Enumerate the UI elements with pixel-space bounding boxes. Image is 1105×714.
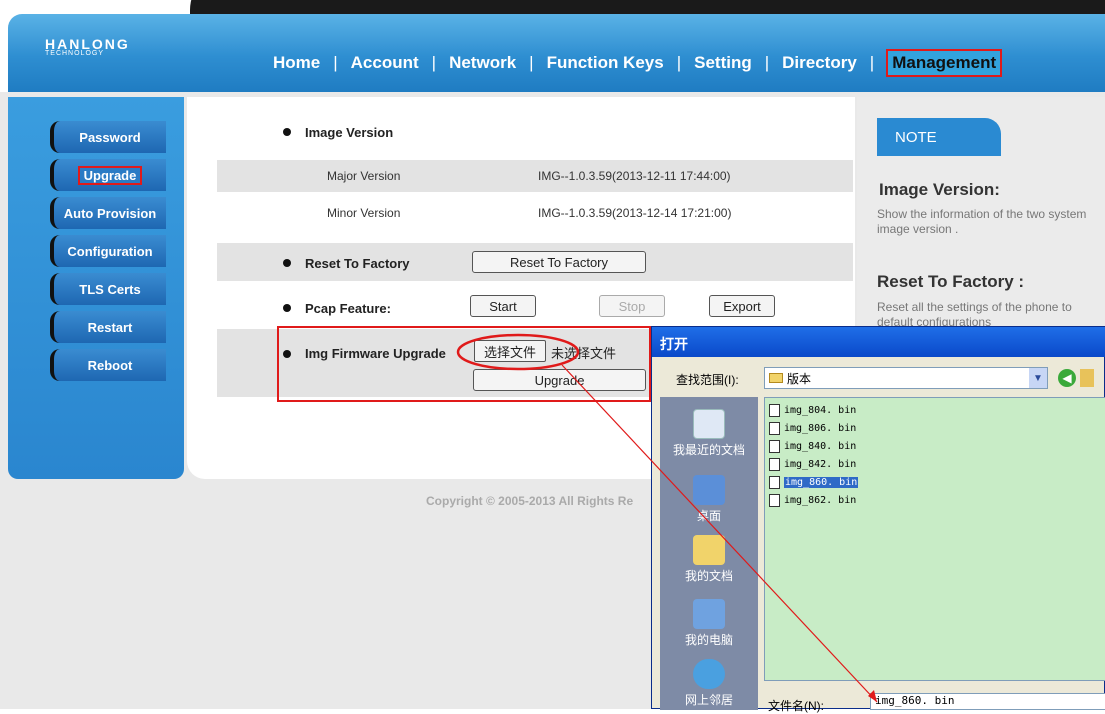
place-recent[interactable]: 我最近的文档 <box>660 409 758 458</box>
choose-file-button[interactable]: 选择文件 <box>474 340 546 362</box>
sidebar-item-label: Upgrade <box>77 165 143 185</box>
place-label: 我的文档 <box>684 569 733 583</box>
minor-version-value: IMG--1.0.3.59(2013-12-14 17:21:00) <box>538 206 732 220</box>
look-in-value: 版本 <box>787 371 812 386</box>
sidebar-item-label: Reboot <box>87 357 133 373</box>
major-version-value: IMG--1.0.3.59(2013-12-11 17:44:00) <box>538 169 731 183</box>
sidebar-item-tls-certs[interactable]: TLS Certs <box>50 273 166 305</box>
bullet-icon <box>283 259 291 267</box>
img-upgrade-title: Img Firmware Upgrade <box>305 346 446 361</box>
nav-management[interactable]: Management <box>886 49 1003 77</box>
file-icon <box>769 457 780 471</box>
file-icon <box>769 403 780 417</box>
sidebar-item-restart[interactable]: Restart <box>50 311 166 343</box>
back-icon[interactable]: ◀ <box>1058 369 1076 387</box>
nav-home[interactable]: Home <box>272 53 321 73</box>
file-item[interactable]: img_840. bin <box>769 438 856 454</box>
pcap-export-button[interactable]: Export <box>709 295 775 317</box>
open-file-dialog: 打开 查找范围(I): 版本 ▼ ◀ 我最近的文档 桌面 我的文档 我的电脑 网… <box>651 326 1105 713</box>
sidebar-item-auto-provision[interactable]: Auto Provision <box>50 197 166 229</box>
bullet-icon <box>283 304 291 312</box>
sidebar-item-password[interactable]: Password <box>50 121 166 153</box>
network-places-icon <box>693 659 725 689</box>
look-in-dropdown[interactable]: 版本 ▼ <box>764 367 1048 389</box>
filename-label: 文件名(N): <box>768 699 824 713</box>
pcap-start-button[interactable]: Start <box>470 295 536 317</box>
place-label: 我的电脑 <box>684 633 733 647</box>
bullet-icon <box>283 128 291 136</box>
recent-documents-icon <box>693 409 725 439</box>
pcap-title: Pcap Feature: <box>305 301 391 316</box>
sidebar-item-label: TLS Certs <box>79 281 141 297</box>
place-label: 我最近的文档 <box>672 443 745 457</box>
sidebar-item-label: Configuration <box>67 243 153 259</box>
note-heading-reset: Reset To Factory : <box>877 272 1025 291</box>
note-tag: NOTE <box>877 118 1001 156</box>
desktop-icon <box>693 475 725 505</box>
file-icon <box>769 475 780 489</box>
nav-separator: | <box>431 53 437 72</box>
major-version-row <box>217 160 853 192</box>
my-computer-icon <box>693 599 725 629</box>
image-version-title: Image Version <box>305 125 394 140</box>
nav-separator: | <box>529 53 534 72</box>
bullet-icon <box>283 350 291 358</box>
sidebar-item-label: Restart <box>87 319 133 335</box>
top-nav: Home | Account | Network | Function Keys… <box>272 48 1003 78</box>
dialog-title[interactable]: 打开 <box>652 327 1105 357</box>
nav-separator: | <box>676 53 682 72</box>
place-label: 桌面 <box>696 509 721 523</box>
place-my-documents[interactable]: 我的文档 <box>660 535 758 584</box>
places-bar: 我最近的文档 桌面 我的文档 我的电脑 网上邻居 <box>660 397 758 710</box>
sidebar-item-upgrade[interactable]: Upgrade <box>50 159 166 191</box>
note-text-image-version: Show the information of the two system i… <box>877 207 1087 236</box>
sidebar-item-label: Password <box>79 129 141 145</box>
place-my-computer[interactable]: 我的电脑 <box>660 599 758 648</box>
file-item[interactable]: img_804. bin <box>769 402 856 418</box>
look-in-label: 查找范围(I): <box>676 373 739 387</box>
reset-to-factory-button[interactable]: Reset To Factory <box>472 251 646 273</box>
nav-setting[interactable]: Setting <box>693 53 753 73</box>
file-icon <box>769 439 780 453</box>
place-label: 网上邻居 <box>684 693 733 707</box>
pcap-stop-button[interactable]: Stop <box>599 295 665 317</box>
nav-separator: | <box>869 53 875 72</box>
place-network[interactable]: 网上邻居 <box>660 659 758 708</box>
reset-title: Reset To Factory <box>305 256 410 271</box>
file-list: img_804. bin img_806. bin img_840. bin i… <box>764 397 1105 681</box>
sidebar-item-configuration[interactable]: Configuration <box>50 235 166 267</box>
upgrade-button[interactable]: Upgrade <box>473 369 646 391</box>
note-heading-image-version: Image Version: <box>879 180 1000 199</box>
file-item[interactable]: img_842. bin <box>769 456 856 472</box>
nav-directory[interactable]: Directory <box>781 53 858 73</box>
up-folder-icon[interactable] <box>1080 369 1094 387</box>
file-icon <box>769 421 780 435</box>
nav-function-keys[interactable]: Function Keys <box>546 53 665 73</box>
place-desktop[interactable]: 桌面 <box>660 475 758 524</box>
chevron-down-icon[interactable]: ▼ <box>1029 368 1047 388</box>
file-item-selected[interactable]: img_860. bin <box>769 474 859 490</box>
file-item[interactable]: img_862. bin <box>769 492 856 508</box>
nav-separator: | <box>764 53 770 72</box>
no-file-selected-text: 未选择文件 <box>551 346 617 361</box>
nav-separator: | <box>333 53 338 72</box>
sidebar-item-label: Auto Provision <box>63 205 157 221</box>
major-version-label: Major Version <box>327 169 401 183</box>
nav-network[interactable]: Network <box>448 53 517 73</box>
sidebar-item-reboot[interactable]: Reboot <box>50 349 166 381</box>
nav-account[interactable]: Account <box>350 53 420 73</box>
copyright: Copyright © 2005-2013 All Rights Re <box>426 494 634 508</box>
my-documents-icon <box>693 535 725 565</box>
filename-input[interactable]: img_860. bin <box>870 693 1105 710</box>
header: HANLONG TECHNOLOGY Home | Account | Netw… <box>0 0 1105 92</box>
file-item[interactable]: img_806. bin <box>769 420 856 436</box>
minor-version-label: Minor Version <box>327 206 401 220</box>
logo: HANLONG TECHNOLOGY <box>45 36 130 57</box>
folder-icon <box>769 373 783 383</box>
file-icon <box>769 493 780 507</box>
